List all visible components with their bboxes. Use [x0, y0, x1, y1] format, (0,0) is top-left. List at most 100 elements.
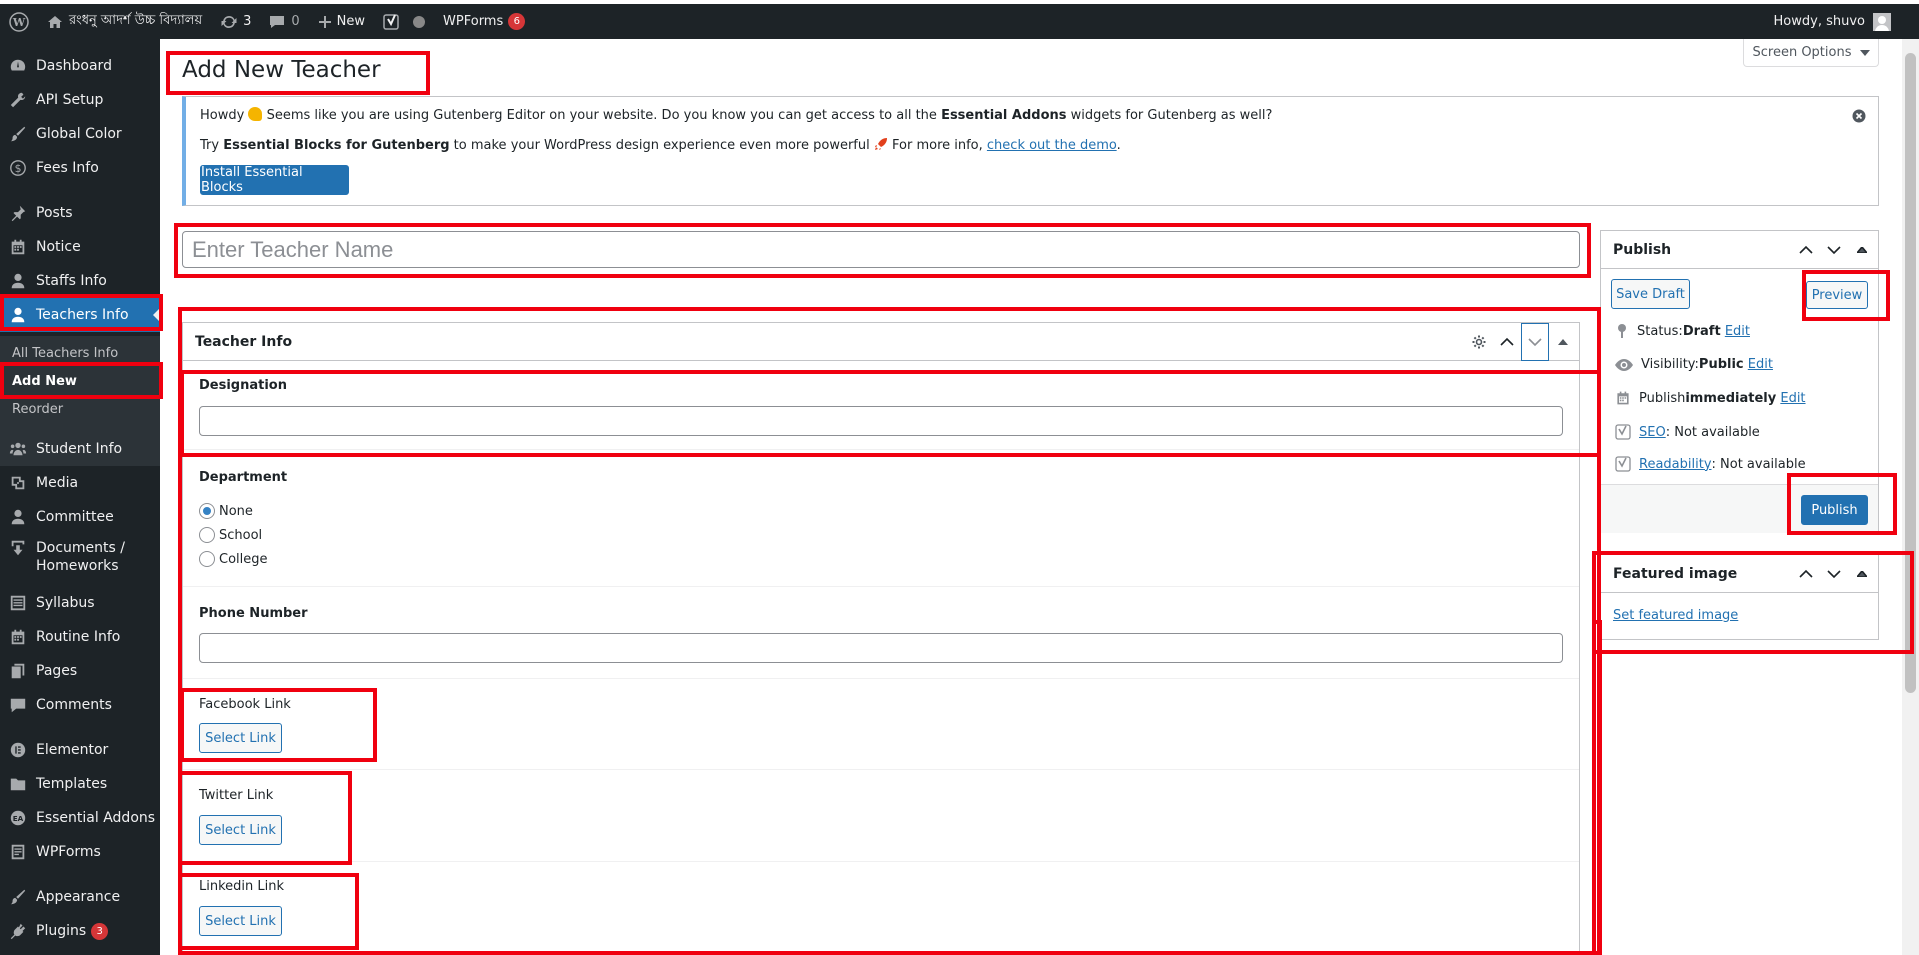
toggle-panel-icon[interactable]	[1848, 231, 1876, 269]
facebook-link-label: Facebook Link	[199, 697, 291, 712]
menu-syllabus[interactable]: Syllabus	[0, 586, 160, 620]
submenu-reorder[interactable]: Reorder	[12, 402, 63, 417]
screen-options-label: Screen Options	[1752, 45, 1852, 60]
menu-appearance[interactable]: Appearance	[0, 880, 160, 914]
avatar	[1873, 12, 1891, 31]
menu-committee[interactable]: Committee	[0, 500, 160, 534]
notice-text: For more info,	[887, 138, 987, 153]
twitter-link-label: Twitter Link	[199, 788, 274, 803]
wordpress-logo-icon[interactable]: W	[0, 4, 38, 39]
dollar-icon: $	[0, 159, 36, 177]
site-name: রংধনু আদর্শ উচ্চ বিদ্যালয়	[69, 13, 203, 28]
paintbrush-icon	[0, 888, 36, 906]
facebook-select-link-button[interactable]: Select Link	[199, 723, 282, 753]
save-draft-button[interactable]: Save Draft	[1611, 279, 1690, 309]
toggle-panel-icon[interactable]	[1549, 323, 1577, 361]
move-up-icon[interactable]	[1792, 231, 1820, 269]
readability-link[interactable]: Readability	[1639, 457, 1712, 472]
menu-posts[interactable]: Posts	[0, 196, 160, 230]
menu-global-color[interactable]: Global Color	[0, 117, 160, 151]
preview-button[interactable]: Preview	[1806, 281, 1868, 309]
comments-link[interactable]: 0	[260, 4, 308, 39]
status-dot-icon	[413, 15, 426, 28]
publish-button[interactable]: Publish	[1801, 495, 1868, 525]
menu-fees-info[interactable]: $ Fees Info	[0, 151, 160, 185]
seo-link[interactable]: SEO	[1639, 425, 1666, 440]
visibility-label: Visibility:	[1641, 357, 1699, 372]
notice-line-1: Howdy Seems like you are using Gutenberg…	[200, 107, 1272, 123]
yoast-icon[interactable]	[374, 4, 434, 39]
menu-staffs-info[interactable]: Staffs Info	[0, 264, 160, 298]
department-radio-none[interactable]: None	[199, 503, 253, 519]
radio-button[interactable]	[199, 503, 215, 519]
screen-options-button[interactable]: Screen Options	[1743, 39, 1879, 67]
menu-elementor[interactable]: Elementor	[0, 733, 160, 767]
menu-api-setup[interactable]: API Setup	[0, 83, 160, 117]
menu-documents[interactable]: Documents / Homeworks	[0, 535, 160, 583]
move-down-icon[interactable]	[1521, 323, 1549, 361]
menu-notice[interactable]: Notice	[0, 230, 160, 264]
department-radio-school[interactable]: School	[199, 527, 262, 543]
menu-media[interactable]: Media	[0, 466, 160, 500]
move-down-icon[interactable]	[1820, 231, 1848, 269]
menu-essential-addons[interactable]: EA Essential Addons	[0, 801, 160, 835]
submenu-add-new[interactable]: Add New	[12, 374, 77, 389]
wpforms-link[interactable]: WPForms 6	[434, 4, 534, 39]
seo-value: : Not available	[1665, 424, 1760, 440]
divider	[183, 449, 1579, 450]
menu-dashboard[interactable]: Dashboard	[0, 49, 160, 83]
menu-label: Student Info	[36, 441, 123, 457]
move-up-icon[interactable]	[1792, 555, 1820, 593]
menu-pages[interactable]: Pages	[0, 654, 160, 688]
site-name-link[interactable]: রংধনু আদর্শ উচ্চ বিদ্যালয়	[38, 4, 211, 39]
menu-plugins[interactable]: Plugins 3	[0, 914, 160, 948]
radio-button[interactable]	[199, 527, 215, 543]
list-icon	[0, 594, 36, 612]
calendar-icon	[0, 238, 36, 256]
menu-wpforms[interactable]: WPForms	[0, 835, 160, 869]
teacher-info-metabox: Teacher Info Designation Department None…	[182, 322, 1580, 955]
menu-label: Posts	[36, 205, 73, 221]
edit-visibility-link[interactable]: Edit	[1748, 357, 1773, 372]
svg-text:EA: EA	[13, 814, 24, 823]
scrollbar-thumb[interactable]	[1905, 53, 1916, 693]
dismiss-icon[interactable]	[1852, 109, 1866, 123]
gear-icon[interactable]	[1465, 323, 1493, 361]
department-radio-college[interactable]: College	[199, 551, 268, 567]
page-title: Add New Teacher	[182, 57, 381, 83]
phone-number-input[interactable]	[199, 633, 1563, 663]
my-account-link[interactable]: Howdy, shuvo	[1774, 4, 1891, 39]
menu-label: Syllabus	[36, 595, 95, 611]
divider	[183, 861, 1579, 862]
install-essential-blocks-button[interactable]: Install Essential Blocks	[200, 165, 349, 195]
toggle-panel-icon[interactable]	[1848, 555, 1876, 593]
twitter-select-link-button[interactable]: Select Link	[199, 815, 282, 845]
updates-count: 3	[243, 14, 252, 29]
featured-image-panel: Featured image Set featured image	[1600, 554, 1879, 640]
menu-routine-info[interactable]: Routine Info	[0, 620, 160, 654]
updates-link[interactable]: 3	[211, 4, 260, 39]
teacher-name-input[interactable]: Enter Teacher Name	[182, 231, 1580, 268]
designation-input[interactable]	[199, 406, 1563, 436]
move-up-icon[interactable]	[1493, 323, 1521, 361]
wpforms-label: WPForms	[443, 14, 504, 29]
menu-teachers-info[interactable]: Teachers Info	[0, 298, 160, 332]
linkedin-select-link-button[interactable]: Select Link	[199, 906, 282, 936]
edit-publish-date-link[interactable]: Edit	[1780, 391, 1805, 406]
scrollbar[interactable]	[1902, 39, 1919, 955]
radio-button[interactable]	[199, 551, 215, 567]
menu-student-info[interactable]: Student Info	[0, 432, 160, 466]
menu-comments[interactable]: Comments	[0, 688, 160, 722]
set-featured-image-link[interactable]: Set featured image	[1613, 608, 1738, 623]
department-label: Department	[199, 470, 288, 485]
edit-status-link[interactable]: Edit	[1725, 324, 1750, 339]
menu-label: Routine Info	[36, 629, 121, 645]
check-out-demo-link[interactable]: check out the demo	[987, 138, 1117, 153]
move-down-icon[interactable]	[1820, 555, 1848, 593]
wpforms-badge: 6	[508, 13, 526, 30]
new-content-link[interactable]: New	[309, 4, 374, 39]
submenu-all-teachers[interactable]: All Teachers Info	[12, 346, 118, 361]
menu-templates[interactable]: Templates	[0, 767, 160, 801]
eye-icon	[1615, 358, 1641, 371]
person-icon	[0, 306, 36, 324]
